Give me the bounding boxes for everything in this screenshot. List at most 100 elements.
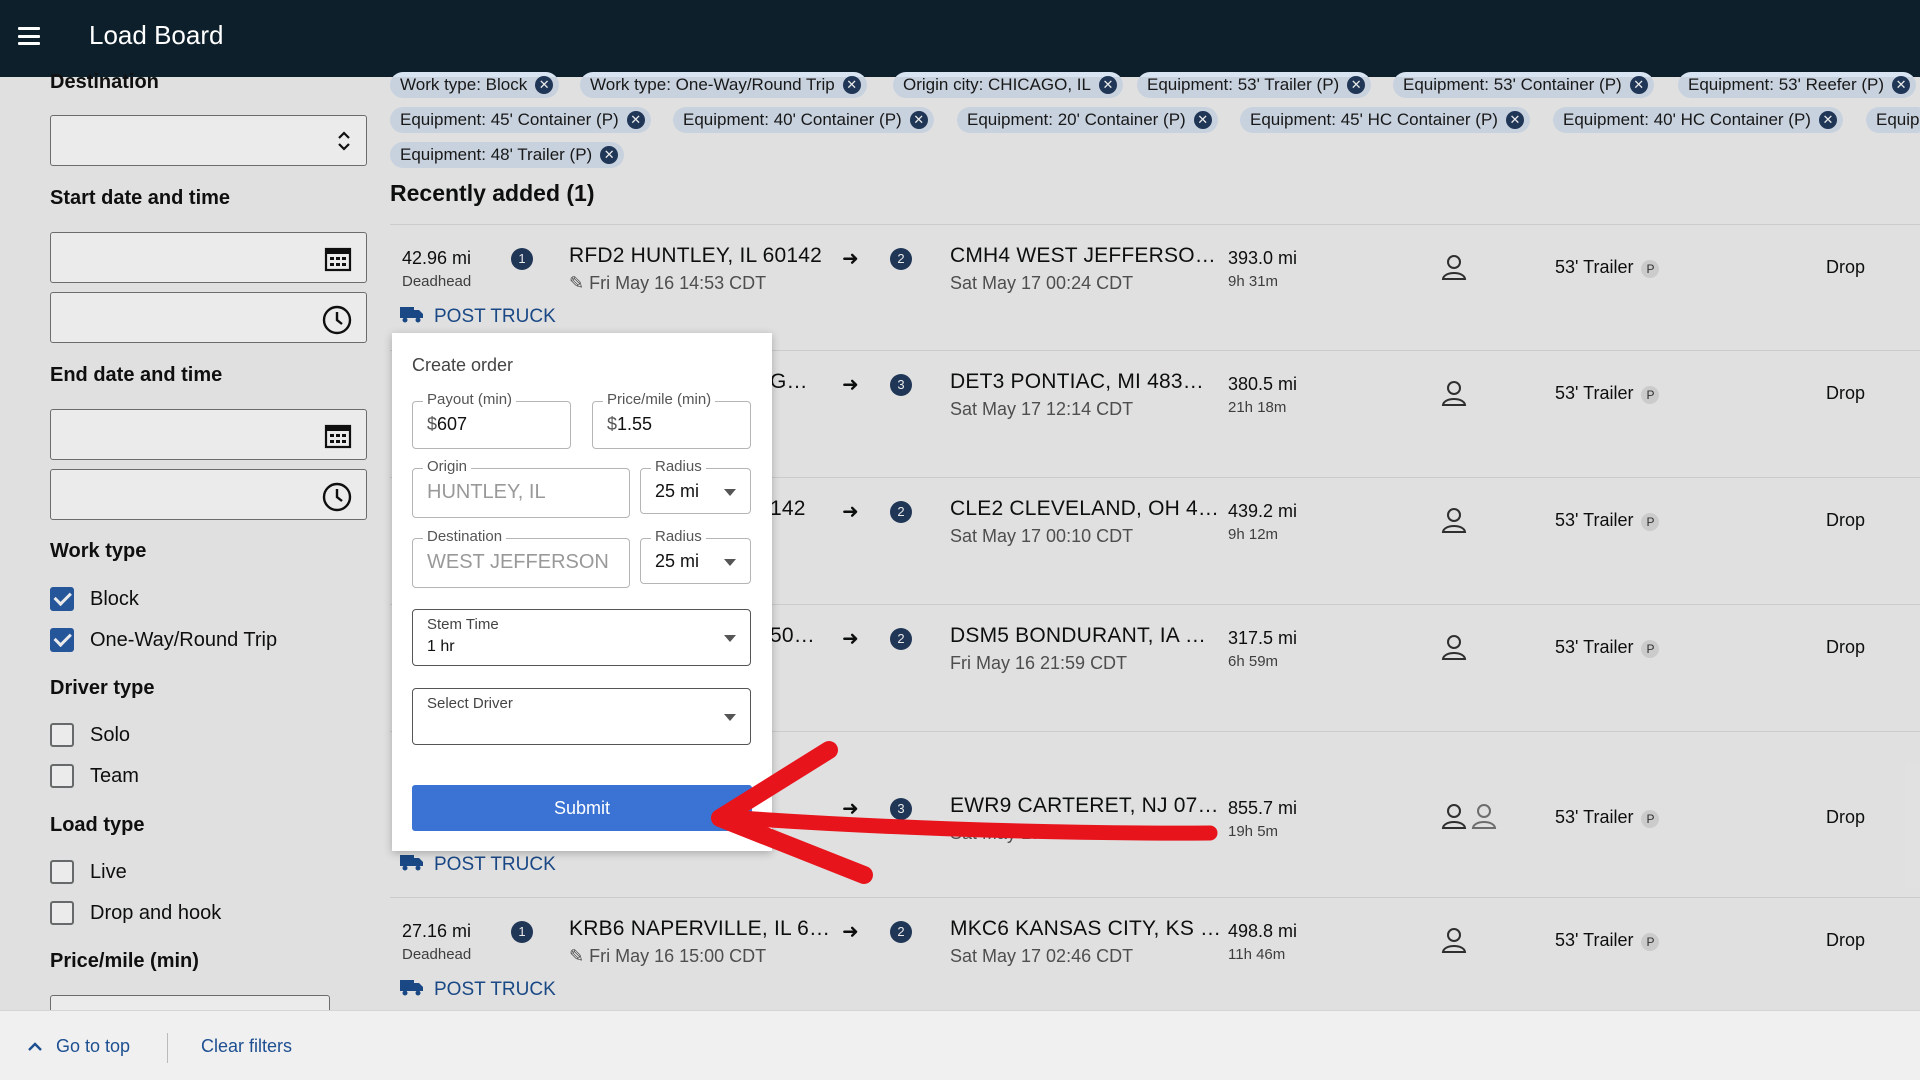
post-truck-label: POST TRUCK [434,854,556,875]
chip-label: Equip [1876,110,1920,129]
remove-chip-icon[interactable]: ✕ [600,146,619,164]
go-to-top-label: Go to top [56,1036,131,1056]
remove-chip-icon[interactable]: ✕ [535,76,554,94]
checkbox-live[interactable]: Live [50,860,127,884]
checkbox-unchecked[interactable] [50,764,74,788]
price-mile-label: Price/mile (min) [603,391,716,408]
price-mile-field[interactable]: Price/mile (min) $1.55 [592,391,751,449]
checkbox-team[interactable]: Team [50,764,139,788]
checkbox-unchecked[interactable] [50,723,74,747]
post-truck-label: POST TRUCK [434,306,556,327]
filter-chip[interactable]: Origin city: CHICAGO, IL ✕ [893,72,1123,98]
stem-time-select[interactable]: Stem Time 1 hr [412,609,751,666]
equipment-type: 53' Trailer [1555,930,1634,950]
filter-chip[interactable]: Equipment: 45' Container (P) ✕ [390,107,651,133]
remove-chip-icon[interactable]: ✕ [1347,76,1366,94]
checkbox-label: Live [90,860,127,883]
checkbox-unchecked[interactable] [50,860,74,884]
payout-input[interactable]: Payout (min) $607 [412,391,571,449]
remove-chip-icon[interactable]: ✕ [842,76,861,94]
create-order-dialog: Create order Payout (min) $607 Price/mil… [392,333,772,851]
filter-chip[interactable]: Equipment: 53' Trailer (P) ✕ [1137,72,1372,98]
origin-location: RFD2 HUNTLEY, IL 60142 [569,244,823,267]
work-type-label: Work type [50,540,147,562]
bottom-bar: Go to top Clear filters [0,1010,1920,1080]
origin-location: 50… [770,624,815,647]
checkbox-checked[interactable] [50,587,74,611]
stop-number-badge: 2 [890,501,912,523]
checkbox-label: Solo [90,723,131,746]
pencil-icon[interactable]: ✎ [569,946,584,966]
arrow-right-icon: ➜ [842,374,859,396]
filter-chip[interactable]: Work type: Block ✕ [390,72,560,98]
clock-icon[interactable] [322,482,352,517]
remove-chip-icon[interactable]: ✕ [1818,111,1837,129]
load-row[interactable]: 42.96 mi Deadhead 1 RFD2 HUNTLEY, IL 601… [390,224,1920,349]
currency-prefix: $ [607,414,618,434]
checkbox-drop-hook[interactable]: Drop and hook [50,901,221,925]
origin-location: G… [770,370,808,393]
trip-duration: 9h 12m [1228,526,1279,543]
go-to-top-link[interactable]: Go to top [28,1036,130,1057]
calendar-icon[interactable] [324,245,352,278]
remove-chip-icon[interactable]: ✕ [1892,76,1911,94]
filter-chip[interactable]: Equipment: 40' Container (P) ✕ [673,107,934,133]
checkbox-solo[interactable]: Solo [50,723,130,747]
origin-radius-select[interactable]: Radius 25 mi [640,458,751,514]
checkbox-one-way[interactable]: One-Way/Round Trip [50,628,277,652]
clear-filters-link[interactable]: Clear filters [201,1036,292,1057]
filter-chip[interactable]: Equipment: 45' HC Container (P) ✕ [1240,107,1530,133]
start-date-input[interactable] [50,232,367,283]
origin-location: 142 [770,497,806,520]
post-truck-button[interactable]: POST TRUCK [400,305,556,329]
chip-label: Equipment: 48' Trailer (P) [400,145,593,164]
load-row[interactable]: 27.16 mi Deadhead 1 KRB6 NAPERVILLE, IL … [390,897,1920,1010]
post-truck-button[interactable]: POST TRUCK [400,853,556,877]
end-time-input[interactable] [50,469,367,520]
checkbox-unchecked[interactable] [50,901,74,925]
chevron-up-icon [28,1036,42,1057]
filter-chip[interactable]: Equipment: 48' Trailer (P) ✕ [390,142,625,168]
remove-chip-icon[interactable]: ✕ [1505,111,1524,129]
remove-chip-icon[interactable]: ✕ [909,111,928,129]
destination-radius-select[interactable]: Radius 25 mi [640,528,751,584]
pencil-icon[interactable]: ✎ [569,273,584,293]
start-time-input[interactable] [50,292,367,343]
destination-location: DSM5 BONDURANT, IA … [950,624,1207,647]
radius-label: Radius [651,458,706,475]
filter-chip[interactable]: Equip [1866,107,1920,133]
checkbox-checked[interactable] [50,628,74,652]
destination-select[interactable] [50,115,367,166]
remove-chip-icon[interactable]: ✕ [1629,76,1648,94]
calendar-icon[interactable] [324,422,352,455]
equipment-badge: P [1641,810,1660,828]
remove-chip-icon[interactable]: ✕ [626,111,645,129]
destination-label: Destination [50,71,159,93]
remove-chip-icon[interactable]: ✕ [1193,111,1212,129]
origin-location: KRB6 NAPERVILLE, IL 6… [569,917,831,940]
menu-icon[interactable] [18,27,40,45]
remove-chip-icon[interactable]: ✕ [1098,76,1117,94]
end-date-input[interactable] [50,409,367,460]
post-truck-button[interactable]: POST TRUCK [400,978,556,1002]
select-driver-dropdown[interactable]: Select Driver [412,688,751,745]
filter-chip[interactable]: Equipment: 53' Reefer (P) ✕ [1678,72,1917,98]
filter-chip[interactable]: Equipment: 53' Container (P) ✕ [1393,72,1654,98]
filter-chip[interactable]: Work type: One-Way/Round Trip ✕ [580,72,867,98]
destination-field[interactable]: Destination WEST JEFFERSON [412,528,630,588]
radius-value: 25 mi [655,481,700,501]
solo-driver-icon [1440,379,1468,412]
solo-driver-icon [1440,253,1468,286]
load-type: Drop [1826,807,1866,827]
clock-icon[interactable] [322,305,352,340]
filter-chip[interactable]: Equipment: 20' Container (P) ✕ [957,107,1218,133]
dropdown-caret-icon [724,714,736,721]
filter-chip[interactable]: Equipment: 40' HC Container (P) ✕ [1553,107,1843,133]
price-mile-value: 1.55 [617,414,653,434]
checkbox-block[interactable]: Block [50,587,139,611]
load-type: Drop [1826,257,1866,277]
trip-duration: 9h 31m [1228,273,1279,290]
origin-field[interactable]: Origin HUNTLEY, IL [412,458,630,518]
submit-button[interactable]: Submit [412,785,752,831]
equipment-type: 53' Trailer [1555,257,1634,277]
